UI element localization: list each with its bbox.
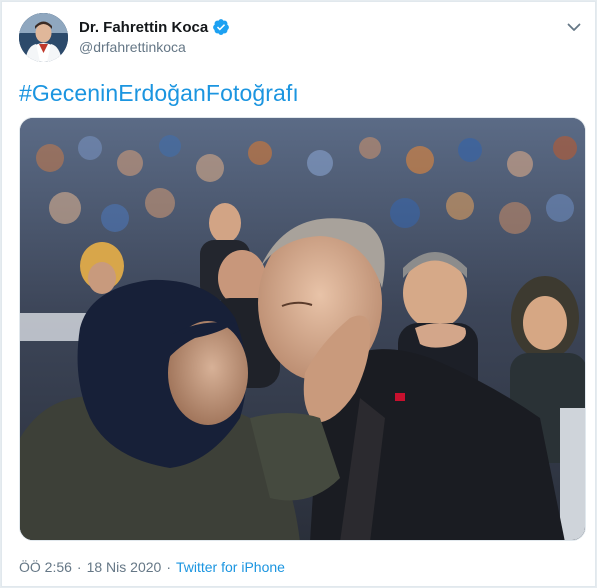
meta-separator: · xyxy=(166,559,171,575)
chevron-down-icon[interactable] xyxy=(563,16,585,38)
author-handle[interactable]: @drfahrettinkoca xyxy=(79,39,230,55)
tweet-header: Dr. Fahrettin Koca @drfahrettinkoca xyxy=(2,2,595,74)
avatar[interactable] xyxy=(19,13,68,62)
avatar-image xyxy=(19,13,68,62)
display-name-row: Dr. Fahrettin Koca xyxy=(79,17,230,37)
tweet-hashtag-link[interactable]: #GeceninErdoğanFotoğrafı xyxy=(19,80,299,107)
tweet-time[interactable]: ÖÖ 2:56 xyxy=(19,559,72,575)
tweet-card: Dr. Fahrettin Koca @drfahrettinkoca #Gec… xyxy=(1,1,596,587)
photo-illustration xyxy=(20,118,585,540)
meta-separator: · xyxy=(76,559,82,575)
tweet-date[interactable]: 18 Nis 2020 xyxy=(87,559,162,575)
tweet-source-link[interactable]: Twitter for iPhone xyxy=(176,559,285,575)
verified-badge-icon xyxy=(212,18,230,36)
tweet-photo[interactable] xyxy=(19,117,586,541)
author-names: Dr. Fahrettin Koca @drfahrettinkoca xyxy=(79,17,230,55)
display-name[interactable]: Dr. Fahrettin Koca xyxy=(79,19,208,36)
tweet-meta: ÖÖ 2:56 · 18 Nis 2020 · Twitter for iPho… xyxy=(19,559,285,575)
